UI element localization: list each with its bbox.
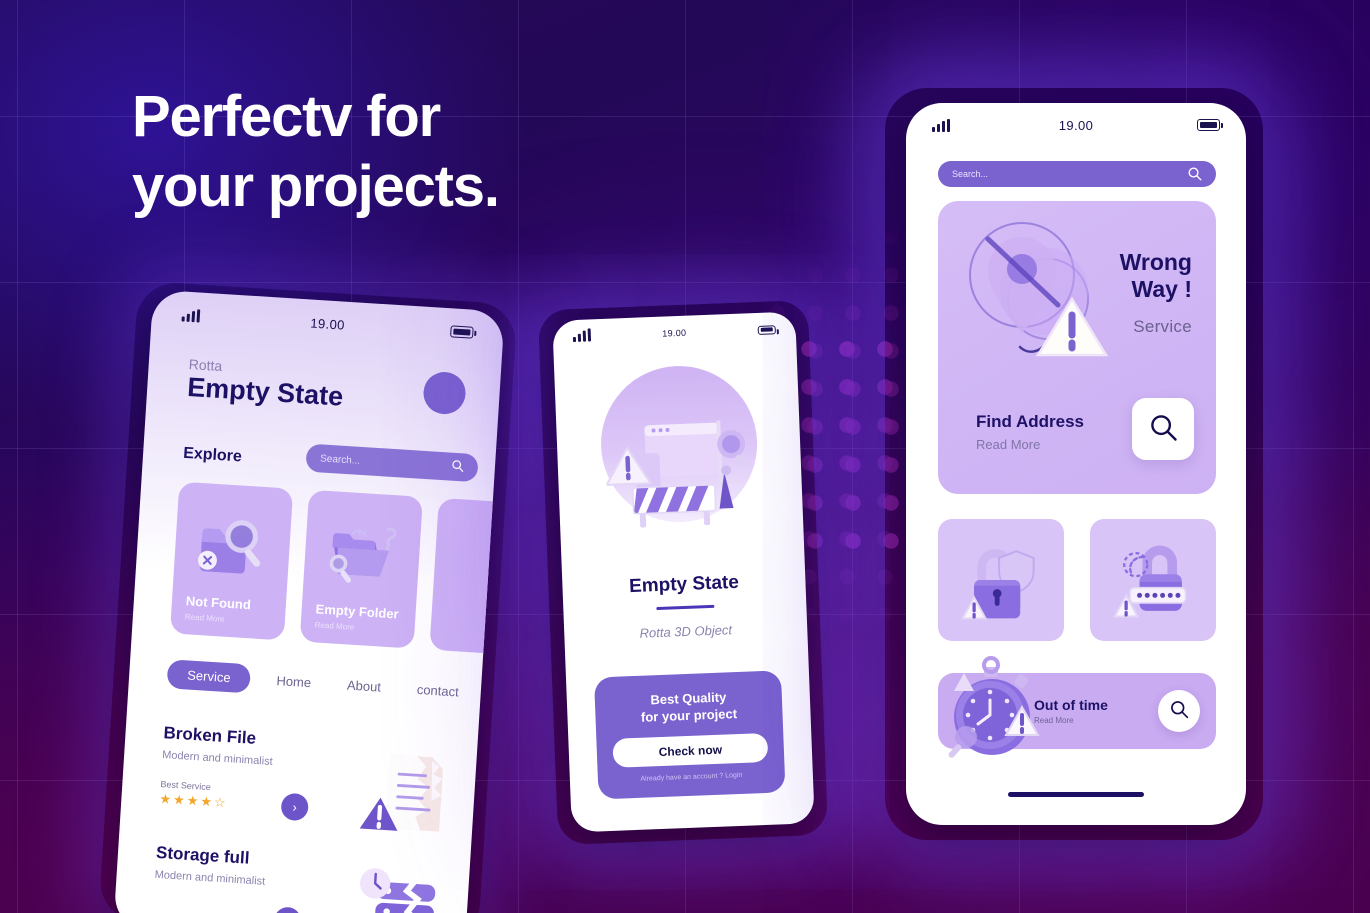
hero-heading: Find Address: [976, 412, 1084, 431]
mini-card[interactable]: [938, 519, 1064, 641]
padlock-password-icon: [1112, 545, 1187, 618]
left-phone-mockup: 19.00 Rotta Empty State Explore Search..…: [113, 289, 505, 913]
explore-card[interactable]: Not Found Read More: [169, 481, 294, 641]
avatar[interactable]: [422, 370, 467, 416]
list-item[interactable]: Broken File Modern and minimalist Best S…: [157, 723, 460, 861]
search-placeholder: Search...: [952, 169, 989, 179]
battery-icon: [757, 324, 776, 335]
right-status-bar: 19.00: [906, 103, 1246, 147]
poster-headline: Perfectv for your projects.: [132, 82, 652, 222]
headline-line-1: Perfectv for: [132, 84, 441, 149]
search-placeholder: Search...: [319, 452, 361, 467]
center-phone-mockup: 19.00 Empty State Rotta 3D Object Best Q…: [552, 311, 815, 833]
empty-folder-icon: [329, 527, 397, 583]
stopwatch-warning-icon: [948, 656, 1040, 758]
chevron-right-icon[interactable]: ›: [273, 906, 302, 913]
poster-canvas: Perfectv for your projects. 19.00 Rotta …: [0, 0, 1370, 913]
card-read-more: Read More: [184, 612, 225, 624]
hero-search-button[interactable]: [1132, 398, 1194, 460]
hero-title: Wrong Way !: [1120, 249, 1192, 303]
search-input[interactable]: Search...: [305, 443, 479, 483]
search-input[interactable]: Search...: [938, 161, 1216, 187]
torn-document-warning-icon: [359, 754, 443, 832]
left-page-title: Empty State: [186, 371, 345, 412]
folder-search-icon: [198, 520, 261, 574]
broken-location-pin-icon: [969, 222, 1109, 357]
hero-title-line-1: Wrong: [1119, 249, 1192, 275]
open-padlock-shield-icon: [960, 549, 1035, 620]
broken-database-warning-icon: [360, 868, 436, 913]
home-indicator: [1008, 792, 1144, 797]
explore-heading: Explore: [182, 444, 243, 466]
hero-card[interactable]: Wrong Way ! Service Find Address Read Mo…: [938, 201, 1216, 494]
barrier-warning-icon: [597, 363, 761, 549]
mini-card-row: [938, 519, 1216, 641]
center-subtitle: Rotta 3D Object: [639, 622, 733, 641]
card-read-more: Read More: [314, 620, 355, 632]
mini-card[interactable]: [1090, 519, 1216, 641]
hero-read-more: Read More: [976, 437, 1041, 452]
search-icon: [1187, 166, 1202, 183]
right-phone-mockup: 19.00 Search... Wrong Way ! Service Find…: [906, 103, 1246, 825]
title-divider: [655, 604, 714, 610]
tab-service[interactable]: Service: [166, 659, 252, 694]
search-icon: [450, 459, 464, 476]
wide-card-search-button[interactable]: [1158, 690, 1200, 732]
explore-card-list: Not Found Read More Empty Folder Read Mo…: [169, 481, 505, 657]
wide-card[interactable]: Out of time Read More: [938, 656, 1216, 758]
card-title: Not Found: [185, 593, 252, 613]
status-time: 19.00: [1058, 117, 1094, 133]
battery-icon: [450, 325, 474, 339]
tab-about[interactable]: About: [347, 678, 382, 695]
search-icon: [1148, 412, 1178, 447]
tab-contact[interactable]: contact: [416, 682, 459, 700]
battery-icon: [1197, 119, 1224, 131]
card-title: Empty Folder: [315, 601, 400, 622]
hero-category: Service: [1133, 317, 1192, 336]
hero-title-line-2: Way !: [1131, 276, 1193, 303]
promo-footnote[interactable]: Already have an account ? Login: [598, 770, 785, 784]
check-now-button[interactable]: Check now: [612, 732, 769, 768]
chevron-right-icon[interactable]: ›: [280, 792, 310, 822]
tab-bar: Service Home About contact: [166, 659, 467, 707]
promo-panel: Best Quality for your project Check now …: [593, 670, 786, 800]
explore-card[interactable]: Empty Folder Read More: [299, 489, 423, 649]
tab-home[interactable]: Home: [276, 673, 312, 690]
center-title: Empty State: [628, 571, 740, 598]
search-icon: [1169, 699, 1189, 724]
service-list: Broken File Modern and minimalist Best S…: [149, 723, 459, 913]
headline-line-2: your projects.: [132, 154, 500, 220]
